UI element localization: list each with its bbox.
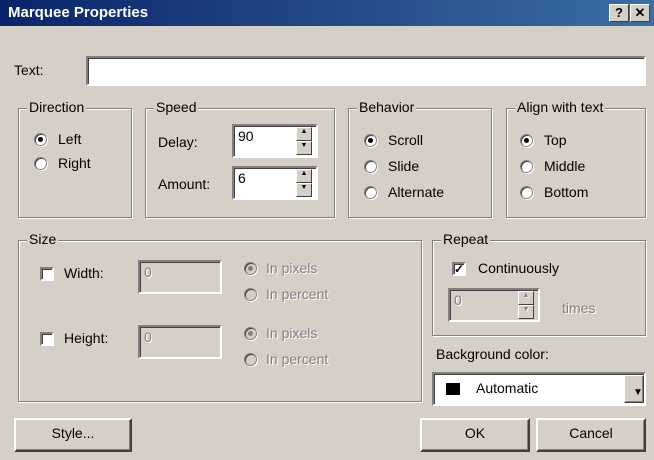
title-bar: Marquee Properties ? ✕ <box>0 0 654 26</box>
dropdown-button[interactable]: ▼ <box>624 375 644 403</box>
cancel-button[interactable]: Cancel <box>536 418 646 452</box>
height-pixels-radio[interactable] <box>244 327 257 340</box>
direction-legend: Direction <box>27 99 87 115</box>
height-checkbox[interactable] <box>40 332 54 346</box>
spin-up-icon[interactable]: ▲ <box>296 127 312 141</box>
height-percent-label[interactable]: In percent <box>266 351 328 367</box>
width-value: 0 <box>144 264 152 280</box>
behavior-slide-radio[interactable] <box>364 160 377 173</box>
width-label[interactable]: Width: <box>64 265 104 281</box>
behavior-legend: Behavior <box>357 99 417 115</box>
spin-up-icon[interactable]: ▲ <box>518 291 534 305</box>
amount-label: Amount: <box>158 176 211 192</box>
size-legend: Size <box>27 231 59 247</box>
help-icon: ? <box>615 5 623 20</box>
style-button[interactable]: Style... <box>14 418 132 452</box>
delay-value: 90 <box>238 128 254 144</box>
width-percent-radio[interactable] <box>244 288 257 301</box>
spin-up-icon[interactable]: ▲ <box>296 169 312 183</box>
ok-button[interactable]: OK <box>420 418 530 452</box>
times-label: times <box>562 300 596 316</box>
align-top-label[interactable]: Top <box>544 132 567 148</box>
text-label: Text: <box>14 62 44 78</box>
direction-right-radio[interactable] <box>34 157 47 170</box>
background-color-label: Background color: <box>436 346 549 362</box>
window-title: Marquee Properties <box>8 4 149 21</box>
amount-value: 6 <box>238 170 246 186</box>
direction-right-label[interactable]: Right <box>58 155 91 171</box>
style-button-label: Style... <box>51 425 95 441</box>
height-input[interactable]: 0 <box>138 325 222 359</box>
amount-spinner[interactable]: ▲ ▼ <box>296 169 312 197</box>
align-top-radio[interactable] <box>520 134 533 147</box>
cancel-button-label: Cancel <box>569 425 613 441</box>
ok-button-label: OK <box>464 425 486 441</box>
behavior-alternate-label[interactable]: Alternate <box>388 184 444 200</box>
width-pixels-label[interactable]: In pixels <box>266 260 317 276</box>
behavior-scroll-label[interactable]: Scroll <box>388 132 423 148</box>
delay-label: Delay: <box>158 134 198 150</box>
speed-legend: Speed <box>154 99 199 115</box>
height-label[interactable]: Height: <box>64 330 108 346</box>
align-legend: Align with text <box>515 99 606 115</box>
spin-down-icon[interactable]: ▼ <box>518 305 534 319</box>
spin-down-icon[interactable]: ▼ <box>296 183 312 197</box>
repeat-spinner[interactable]: ▲ ▼ <box>518 291 534 319</box>
width-pixels-radio[interactable] <box>244 262 257 275</box>
behavior-scroll-radio[interactable] <box>364 134 377 147</box>
chevron-down-icon: ▼ <box>633 387 643 398</box>
spin-down-icon[interactable]: ▼ <box>296 141 312 155</box>
behavior-alternate-radio[interactable] <box>364 186 377 199</box>
close-button[interactable]: ✕ <box>630 4 650 22</box>
repeat-legend: Repeat <box>441 231 491 247</box>
continuously-checkbox[interactable]: ✓ <box>452 262 466 276</box>
background-color-select[interactable]: Automatic ▼ <box>432 372 646 406</box>
close-icon: ✕ <box>634 5 646 20</box>
direction-left-radio[interactable] <box>34 133 47 146</box>
behavior-slide-label[interactable]: Slide <box>388 158 419 174</box>
direction-left-label[interactable]: Left <box>58 131 81 147</box>
width-input[interactable]: 0 <box>138 260 222 294</box>
width-checkbox[interactable] <box>40 267 54 281</box>
width-percent-label[interactable]: In percent <box>266 286 328 302</box>
delay-spinner[interactable]: ▲ ▼ <box>296 127 312 155</box>
continuously-label[interactable]: Continuously <box>478 260 559 276</box>
align-bottom-label[interactable]: Bottom <box>544 184 588 200</box>
align-middle-radio[interactable] <box>520 160 533 173</box>
align-bottom-radio[interactable] <box>520 186 533 199</box>
color-swatch <box>446 383 460 395</box>
background-color-value: Automatic <box>476 380 539 396</box>
height-pixels-label[interactable]: In pixels <box>266 325 317 341</box>
repeat-count-value: 0 <box>454 292 462 308</box>
align-middle-label[interactable]: Middle <box>544 158 585 174</box>
text-input[interactable] <box>86 56 646 86</box>
help-button[interactable]: ? <box>609 4 629 22</box>
height-percent-radio[interactable] <box>244 353 257 366</box>
height-value: 0 <box>144 329 152 345</box>
